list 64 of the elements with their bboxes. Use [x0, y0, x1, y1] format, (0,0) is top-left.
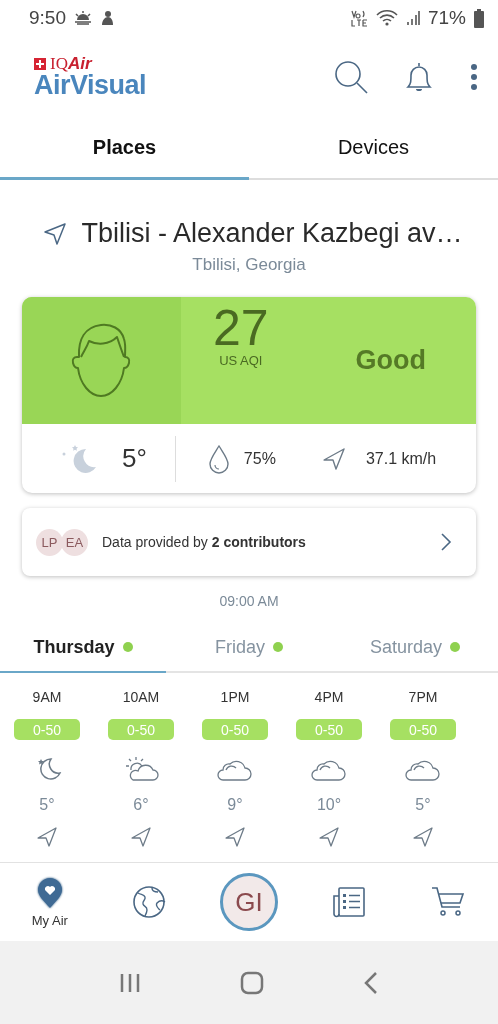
tab[interactable]: Devices — [249, 118, 498, 180]
day-tab[interactable]: Thursday — [0, 623, 166, 673]
aqi-unit: US AQI — [219, 353, 263, 368]
wind-speed: 37.1 km/h — [365, 449, 437, 468]
battery-percentage: 71% — [427, 7, 466, 29]
clock-time: 9:50 — [29, 7, 66, 29]
aqi-range-badge: 0-50 — [296, 719, 362, 740]
contributors-card[interactable]: LP EA Data provided by 2 contributors — [22, 508, 476, 576]
hour-label: 10AM — [122, 689, 160, 705]
weather-notification-icon — [74, 11, 92, 25]
back-icon[interactable] — [362, 970, 379, 995]
aqi-range-badge: 0-50 — [108, 719, 174, 740]
volte-icon — [349, 9, 368, 27]
globe-icon — [132, 885, 167, 919]
location-arrow-icon — [43, 221, 68, 246]
app-name-logo: AirVisual — [34, 72, 147, 99]
wind-direction-icon — [321, 446, 346, 471]
profile-avatar[interactable]: GI — [220, 873, 278, 931]
hour-temperature: 5° — [415, 796, 431, 814]
hour-temperature: 10° — [316, 796, 342, 814]
aqi-range-badge: 0-50 — [14, 719, 80, 740]
search-icon[interactable] — [334, 60, 368, 94]
partly-cloudy-icon — [123, 756, 159, 782]
hour-label: 1PM — [220, 689, 250, 705]
signal-icon — [405, 10, 420, 26]
aqi-range-badge: 0-50 — [202, 719, 268, 740]
newspaper-icon — [331, 886, 366, 918]
hour-label: 7PM — [408, 689, 438, 705]
heart-pin-icon — [35, 876, 64, 909]
hour-temperature: 6° — [133, 796, 149, 814]
air-quality-card[interactable]: 27 US AQI Good 5° 75% 37.1 km/h — [22, 297, 476, 493]
recent-apps-icon[interactable] — [119, 971, 142, 994]
humidity: 75% — [243, 449, 276, 468]
hour-label: 9AM — [32, 689, 62, 705]
chevron-right-icon — [440, 532, 452, 552]
brand-logo-text: IQAir — [50, 55, 92, 72]
location-region: Tbilisi, Georgia — [192, 255, 306, 275]
cart-icon — [431, 886, 466, 918]
aqi-category: Good — [355, 345, 426, 376]
location-name: Tbilisi - Alexander Kazbegi av… — [81, 218, 463, 249]
aqi-value: 27 — [213, 303, 269, 353]
wind-direction-icon — [36, 826, 58, 848]
aqi-range-badge: 0-50 — [390, 719, 456, 740]
tab[interactable]: Places — [0, 118, 249, 180]
wind-direction-icon — [130, 826, 152, 848]
wifi-icon — [375, 9, 398, 27]
contributor-avatar: LP — [36, 528, 63, 556]
swiss-cross-icon — [34, 57, 46, 70]
nav-item[interactable]: My Air — [0, 876, 100, 928]
temperature: 5° — [122, 443, 147, 474]
wind-direction-icon — [412, 826, 434, 848]
hour-label: 4PM — [314, 689, 344, 705]
humidity-drop-icon — [207, 443, 230, 474]
contributors-text: Data provided by 2 contributors — [102, 534, 307, 550]
wind-direction-icon — [224, 826, 246, 848]
hour-temperature: 9° — [227, 796, 243, 814]
more-options-icon[interactable] — [470, 63, 478, 91]
notifications-bell-icon[interactable] — [404, 61, 434, 93]
home-icon[interactable] — [240, 970, 264, 995]
battery-icon — [474, 8, 484, 28]
wind-direction-icon — [318, 826, 340, 848]
contributor-avatar: EA — [61, 528, 88, 556]
hour-temperature: 5° — [39, 796, 55, 814]
update-time: 09:00 AM — [218, 593, 280, 609]
